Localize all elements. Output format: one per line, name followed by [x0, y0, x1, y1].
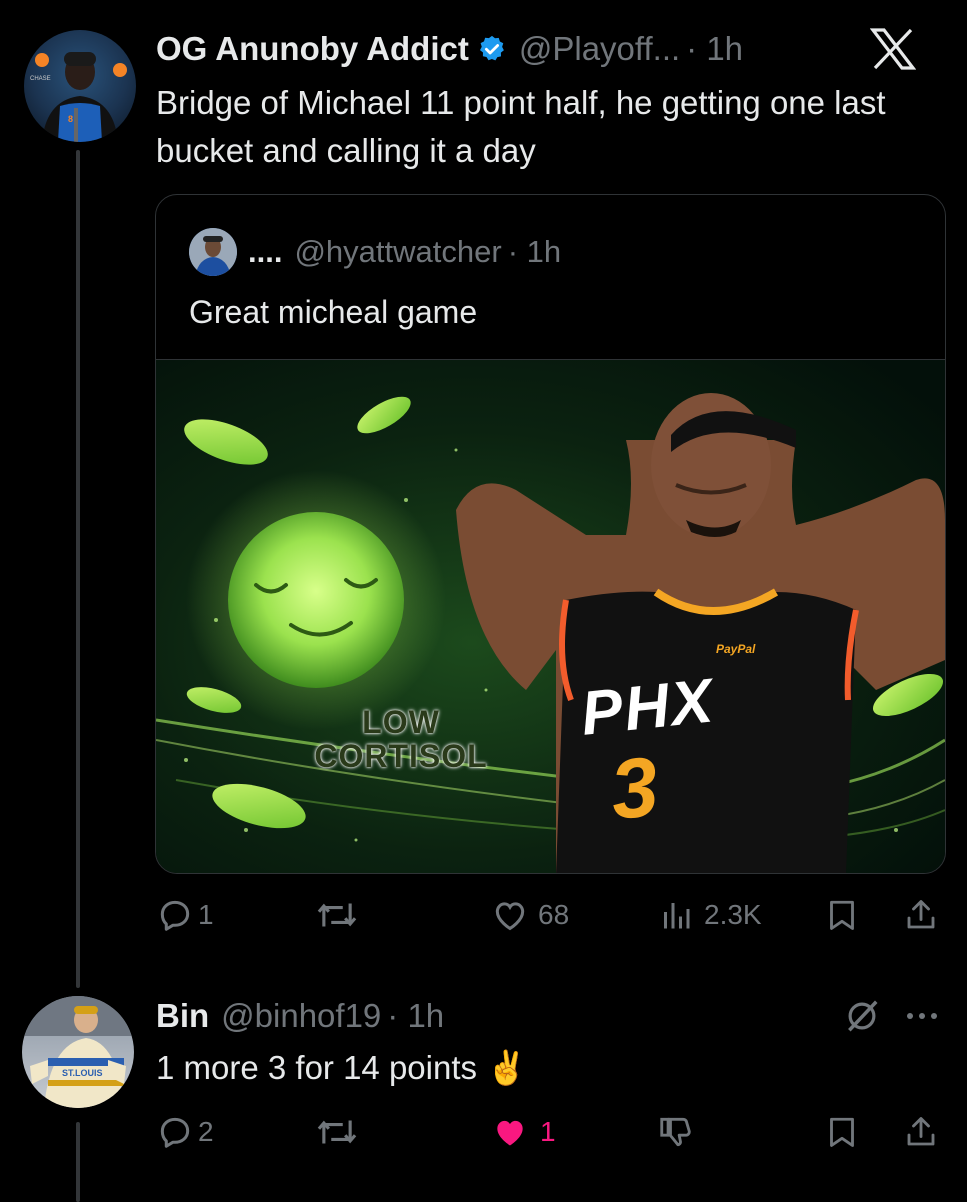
- share-button[interactable]: [903, 895, 939, 935]
- share-icon: [903, 1113, 939, 1151]
- svg-text:CHASE: CHASE: [30, 76, 51, 82]
- share-icon: [903, 896, 939, 934]
- bookmark-icon: [824, 1113, 860, 1151]
- reply2-reply-button[interactable]: 2: [156, 1112, 214, 1152]
- quoted-tweet-text: Great micheal game: [189, 294, 478, 330]
- views-count: 2.3K: [704, 899, 762, 930]
- quoted-tweet-time[interactable]: · 1h: [508, 234, 561, 270]
- grok-icon[interactable]: [843, 997, 881, 1035]
- reply2-share-button[interactable]: [903, 1112, 939, 1152]
- author-handle[interactable]: @Playoff...: [519, 30, 680, 68]
- media-caption: LOW CORTISOL: [296, 705, 506, 773]
- svg-text:8: 8: [68, 114, 73, 124]
- author-name[interactable]: OG Anunoby Addict: [156, 30, 469, 68]
- bookmark-button[interactable]: [824, 895, 860, 935]
- reply2-reply-count: 2: [198, 1116, 214, 1147]
- tweet-time[interactable]: · 1h: [686, 30, 743, 68]
- views-icon: [658, 897, 694, 933]
- like-icon: [490, 896, 530, 934]
- reply-count: 1: [198, 899, 214, 930]
- tweet-header: OG Anunoby Addict @Playoff... · 1h: [156, 28, 743, 70]
- reply-tweet-time[interactable]: · 1h: [387, 997, 444, 1035]
- reply2-like-button[interactable]: 1: [490, 1112, 556, 1152]
- jersey-sponsor: PayPal: [716, 642, 756, 656]
- reply2-repost-button[interactable]: [314, 1112, 360, 1152]
- views-button[interactable]: 2.3K: [658, 895, 762, 935]
- media-caption-line2: CORTISOL: [314, 738, 488, 774]
- quoted-header: .... @hyattwatcher · 1h: [248, 232, 561, 272]
- reply-icon: [156, 896, 194, 934]
- more-icon[interactable]: [902, 1000, 942, 1032]
- verified-badge-icon: [477, 34, 507, 64]
- dislike-icon: [656, 1113, 696, 1151]
- reply-icon: [156, 1113, 194, 1151]
- quoted-author-avatar[interactable]: [189, 228, 237, 276]
- quoted-author-handle[interactable]: @hyattwatcher: [294, 234, 501, 270]
- quoted-author-name[interactable]: ....: [248, 234, 282, 270]
- reply-tweet-text: 1 more 3 for 14 points ✌️: [156, 1049, 528, 1086]
- author-avatar[interactable]: CHASE 8: [24, 30, 136, 142]
- jersey-team: PHX: [577, 666, 718, 749]
- thread-line-top: [76, 150, 80, 988]
- reply2-bookmark-button[interactable]: [824, 1112, 860, 1152]
- repost-icon: [314, 895, 360, 935]
- bookmark-icon: [824, 896, 860, 934]
- tweet-text: Bridge of Michael 11 point half, he gett…: [156, 84, 886, 169]
- reply-button[interactable]: 1: [156, 895, 214, 935]
- reply-avatar-jersey-text: ST.LOUIS: [62, 1068, 103, 1078]
- thread-line-bottom: [76, 1122, 80, 1202]
- reply-author-avatar[interactable]: ST.LOUIS: [22, 996, 134, 1108]
- media-caption-line1: LOW: [362, 704, 440, 740]
- jersey-number: 3: [606, 738, 663, 838]
- reply-author-handle[interactable]: @binhof19: [221, 997, 381, 1035]
- repost-icon: [314, 1112, 360, 1152]
- x-logo-icon: [869, 28, 917, 70]
- reply2-like-count: 1: [540, 1116, 556, 1147]
- reply-header: Bin @binhof19 · 1h: [156, 994, 444, 1038]
- quoted-media-image[interactable]: LOW CORTISOL PayPal PHX 3: [156, 359, 945, 873]
- reply-author-name[interactable]: Bin: [156, 997, 209, 1035]
- reply2-dislike-button[interactable]: [656, 1112, 696, 1152]
- like-count: 68: [538, 899, 570, 930]
- like-button[interactable]: 68: [490, 895, 569, 935]
- repost-button[interactable]: [314, 895, 360, 935]
- like-icon-filled: [490, 1113, 530, 1151]
- quoted-tweet-card[interactable]: .... @hyattwatcher · 1h Great micheal ga…: [155, 194, 946, 874]
